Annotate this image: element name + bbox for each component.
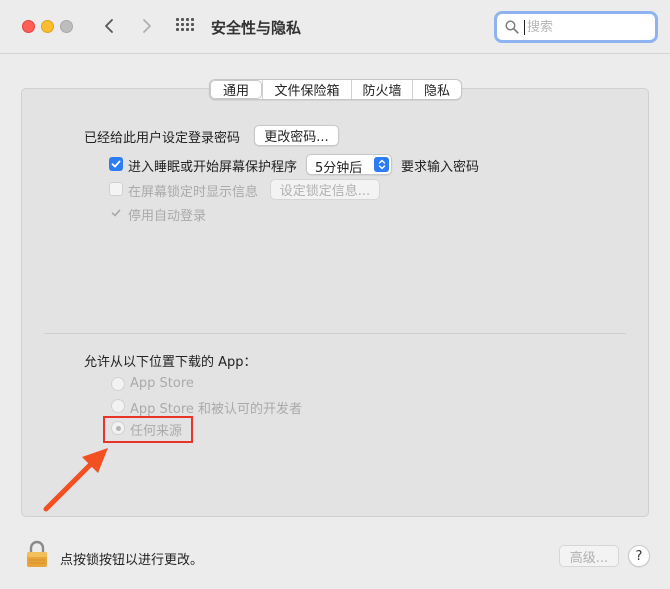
advanced-button[interactable]: 高级... xyxy=(559,545,619,567)
title-bar: 安全性与隐私 xyxy=(0,0,670,54)
radio-app-store-label: App Store xyxy=(130,376,194,391)
radio-app-store[interactable] xyxy=(111,377,125,391)
change-password-button[interactable]: 更改密码... xyxy=(254,125,339,146)
annotation-arrow-icon xyxy=(43,448,108,512)
tab-firewall[interactable]: 防火墙 xyxy=(351,80,412,99)
password-delay-popup[interactable]: 5分钟后 xyxy=(306,154,392,176)
lock-message-checkbox[interactable] xyxy=(109,182,123,196)
checkmark-icon xyxy=(111,160,121,168)
annotation-highlight-box xyxy=(103,416,193,443)
require-password-checkbox[interactable] xyxy=(109,157,123,171)
show-all-grid-icon[interactable] xyxy=(176,18,196,36)
chevron-right-icon xyxy=(143,19,151,33)
password-status-label: 已经给此用户设定登录密码 xyxy=(84,131,241,146)
magnifier-icon xyxy=(505,20,519,34)
checkmark-icon xyxy=(111,209,121,217)
tab-filevault[interactable]: 文件保险箱 xyxy=(262,80,351,99)
chevron-left-icon xyxy=(105,19,113,33)
section-divider xyxy=(44,333,626,334)
search-field[interactable] xyxy=(494,11,658,43)
disable-auto-login-checkbox[interactable] xyxy=(109,206,123,220)
content-panel xyxy=(21,88,649,517)
lock-icon[interactable] xyxy=(25,540,49,568)
window-title: 安全性与隐私 xyxy=(211,19,302,37)
text-caret xyxy=(524,20,525,35)
require-password-suffix: 要求输入密码 xyxy=(401,160,480,175)
updown-arrows-icon xyxy=(374,157,389,172)
close-window-button[interactable] xyxy=(22,20,35,33)
password-delay-value: 5分钟后 xyxy=(315,161,363,176)
allow-downloads-heading: 允许从以下位置下载的 App： xyxy=(84,355,257,370)
back-button[interactable] xyxy=(98,14,120,38)
zoom-window-button[interactable] xyxy=(60,20,73,33)
tab-privacy[interactable]: 隐私 xyxy=(412,80,461,99)
tab-bar: 通用 文件保险箱 防火墙 隐私 xyxy=(209,79,462,100)
radio-app-store-identified[interactable] xyxy=(111,399,125,413)
disable-auto-login-label: 停用自动登录 xyxy=(128,209,207,224)
lock-message-label: 在屏幕锁定时显示信息 xyxy=(128,185,259,200)
set-lock-message-button[interactable]: 设定锁定信息... xyxy=(270,179,380,200)
search-input[interactable] xyxy=(527,17,647,37)
forward-button[interactable] xyxy=(136,14,158,38)
require-password-label: 进入睡眠或开始屏幕保护程序 xyxy=(128,160,298,175)
radio-app-store-identified-label: App Store 和被认可的开发者 xyxy=(130,402,303,417)
tab-general[interactable]: 通用 xyxy=(210,80,262,99)
help-button[interactable]: ? xyxy=(628,545,650,567)
minimize-window-button[interactable] xyxy=(41,20,54,33)
lock-instruction-text: 点按锁按钮以进行更改。 xyxy=(60,553,204,568)
